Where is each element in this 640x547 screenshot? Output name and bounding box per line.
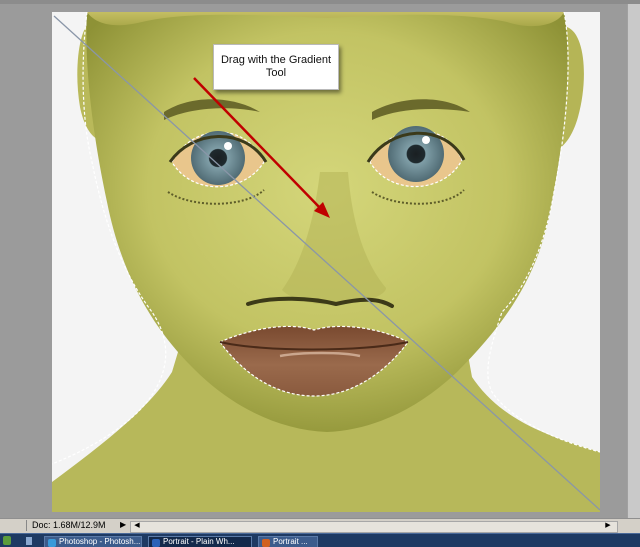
status-bar: Doc: 1.68M/12.9M ▶ ◀ ▶	[0, 518, 640, 533]
horizontal-scrollbar[interactable]	[130, 521, 618, 533]
windows-taskbar: Photoshop - Photosh... Portrait - Plain …	[0, 533, 640, 547]
taskbar-item-portrait-2[interactable]: Portrait ...	[258, 536, 318, 547]
photoshop-workspace: Drag with the Gradient Tool	[0, 0, 640, 518]
taskbar-item-photoshop[interactable]: Photoshop - Photosh...	[44, 536, 142, 547]
document-tab-strip	[0, 0, 640, 4]
document-size-readout: Doc: 1.68M/12.9M	[32, 520, 106, 530]
zoom-field[interactable]	[0, 520, 27, 531]
scroll-right-icon[interactable]: ▶	[603, 521, 613, 531]
taskbar-item-portrait[interactable]: Portrait - Plain Wh...	[148, 536, 252, 547]
quick-launch-icon[interactable]	[26, 537, 32, 545]
taskbar-item-label: Portrait ...	[273, 537, 308, 546]
callout-text: Drag with the Gradient Tool	[220, 54, 332, 79]
status-menu-arrow-icon[interactable]: ▶	[120, 520, 128, 531]
taskbar-item-label: Photoshop - Photosh...	[59, 537, 141, 546]
scroll-left-icon[interactable]: ◀	[132, 521, 142, 531]
vertical-scrollbar[interactable]	[627, 4, 640, 518]
start-button-icon[interactable]	[3, 536, 11, 545]
taskbar-item-label: Portrait - Plain Wh...	[163, 537, 235, 546]
gradient-tool-callout: Drag with the Gradient Tool	[213, 44, 339, 90]
